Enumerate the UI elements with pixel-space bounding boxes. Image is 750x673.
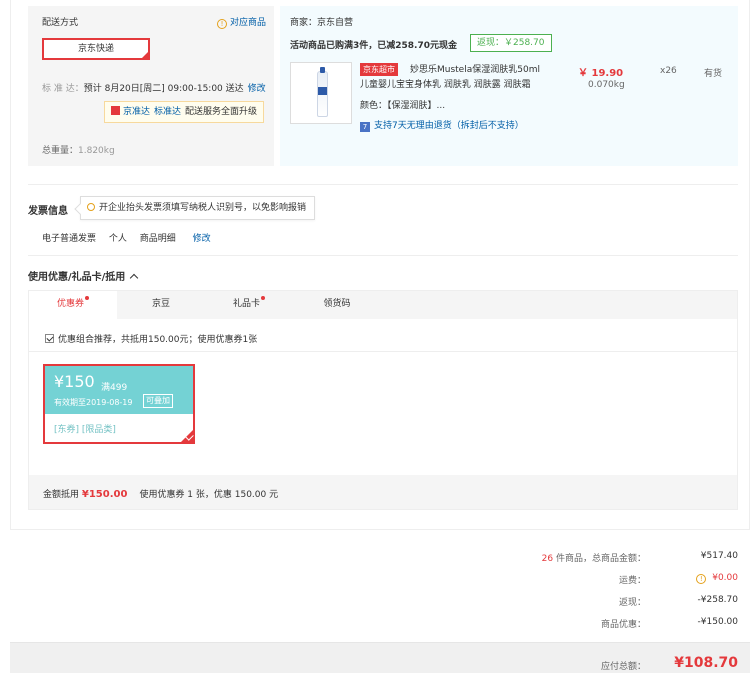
shipping-panel: 配送方式 ! 对应商品 京东快递 标 准 达：预计 8月20日[周二] 09:00… [28, 6, 274, 166]
stackable-badge: 可叠加 [143, 394, 173, 408]
total-deduction-amount: ¥150.00 [81, 489, 128, 500]
stock-status: 有货 [704, 69, 723, 79]
invoice-tip: 开企业抬头发票须填写纳税人识别号，以免影响报销 [74, 196, 316, 220]
delivery-time: 标 准 达：预计 8月20日[周二] 09:00-15:00 送达 修改 [42, 84, 266, 94]
total-deduction-label: 金额抵用 [43, 490, 80, 500]
coupon-card[interactable]: ¥150 满499 有效期至2019-08-19 可叠加 [东券] [限品类] [43, 364, 195, 444]
discount-label: 商品优惠： [600, 620, 646, 630]
coupons-panel: 优惠券 京豆 礼品卡 领货码 优惠组合推荐，共抵用150.00元；使用优惠券1张… [28, 290, 738, 510]
new-dot [261, 296, 265, 300]
checkbox-icon [45, 334, 54, 343]
product-color: 颜色：【保湿润肤】... [360, 101, 446, 111]
goods-total-label: 26 件商品，总商品金额： [541, 554, 646, 564]
invoice-holder: 个人 [108, 234, 127, 244]
rebate-value: -¥258.70 [697, 595, 738, 605]
discount-value: -¥150.00 [697, 617, 738, 627]
invoice-details: 电子普通发票 个人 商品明细 修改 [42, 231, 221, 244]
rebate-label: 返现： [618, 598, 646, 608]
edit-invoice-link[interactable]: 修改 [193, 234, 211, 244]
new-dot [85, 296, 89, 300]
delivery-upgrade-tip: 京准达 标准达 配送服务全面升级 [104, 101, 265, 123]
product-weight: 0.070kg [588, 80, 625, 90]
divider [28, 184, 738, 185]
payable-label: 应付总额： [600, 662, 646, 672]
total-deduction-desc: 使用优惠券 1 张，优惠 150.00 元 [139, 490, 279, 500]
payable-total: ¥108.70 [674, 655, 738, 671]
info-icon[interactable]: ! [696, 574, 707, 584]
payable-bar: 应付总额： ¥108.70 [10, 642, 750, 673]
coupon-tabs: 优惠券 京豆 礼品卡 领货码 [29, 291, 737, 320]
chevron-up-icon [130, 273, 139, 283]
selected-corner-icon [140, 50, 150, 60]
rebate-badge: 返现：￥258.70 [470, 34, 552, 52]
coupon-minimum: 满499 [101, 383, 128, 393]
coupon-tags: [东券] [限品类] [54, 425, 116, 435]
promo-text: 活动商品已购满3件，已减258.70元现金 [290, 41, 457, 51]
shipping-title: 配送方式 [42, 18, 79, 28]
coupons-section-toggle[interactable]: 使用优惠/礼品卡/抵用 [28, 268, 139, 283]
product-quantity: x26 [660, 66, 677, 76]
tab-redeem-code[interactable]: 领货码 [293, 291, 381, 319]
coupon-total-bar: 金额抵用 ¥150.00 使用优惠券 1 张，优惠 150.00 元 [29, 475, 737, 509]
product-price: ￥ 19.90 [578, 68, 624, 79]
lightbulb-icon [87, 203, 95, 211]
freight-label: 运费： [618, 576, 646, 586]
invoice-content: 商品明细 [139, 234, 176, 244]
coupon-amount: ¥150 [54, 372, 95, 391]
return-policy: 7 支持7天无理由退货（拆封后不支持） [360, 118, 524, 132]
total-weight: 总重量：1.820kg [42, 146, 115, 156]
tab-jd-beans[interactable]: 京豆 [117, 291, 205, 319]
invoice-title: 发票信息 [28, 206, 68, 217]
invoice-type: 电子普通发票 [42, 234, 97, 244]
coupon-expiry: 有效期至2019-08-19 [54, 398, 133, 407]
divider [28, 255, 738, 256]
merchant-name: 商家：京东自营 [290, 18, 354, 28]
freight-value: ! ¥0.00 [696, 573, 738, 584]
delivery-badge-icon [111, 106, 120, 115]
matching-products-link[interactable]: ! 对应商品 [216, 15, 266, 29]
return-icon: 7 [360, 122, 370, 132]
shipping-option-jd-express[interactable]: 京东快递 [42, 38, 150, 60]
product-image[interactable] [290, 62, 352, 124]
jd-supermarket-tag: 京东超市 [360, 63, 398, 76]
warning-icon: ! [216, 19, 227, 29]
recommend-checkbox[interactable]: 优惠组合推荐，共抵用150.00元；使用优惠券1张 [45, 332, 257, 345]
tab-gift-card[interactable]: 礼品卡 [205, 291, 293, 319]
goods-total-value: ¥517.40 [700, 551, 738, 561]
edit-delivery-link[interactable]: 修改 [248, 84, 266, 94]
tab-coupons[interactable]: 优惠券 [29, 291, 117, 320]
merchant-panel: 商家：京东自营 活动商品已购满3件，已减258.70元现金 返现：￥258.70… [280, 6, 738, 166]
